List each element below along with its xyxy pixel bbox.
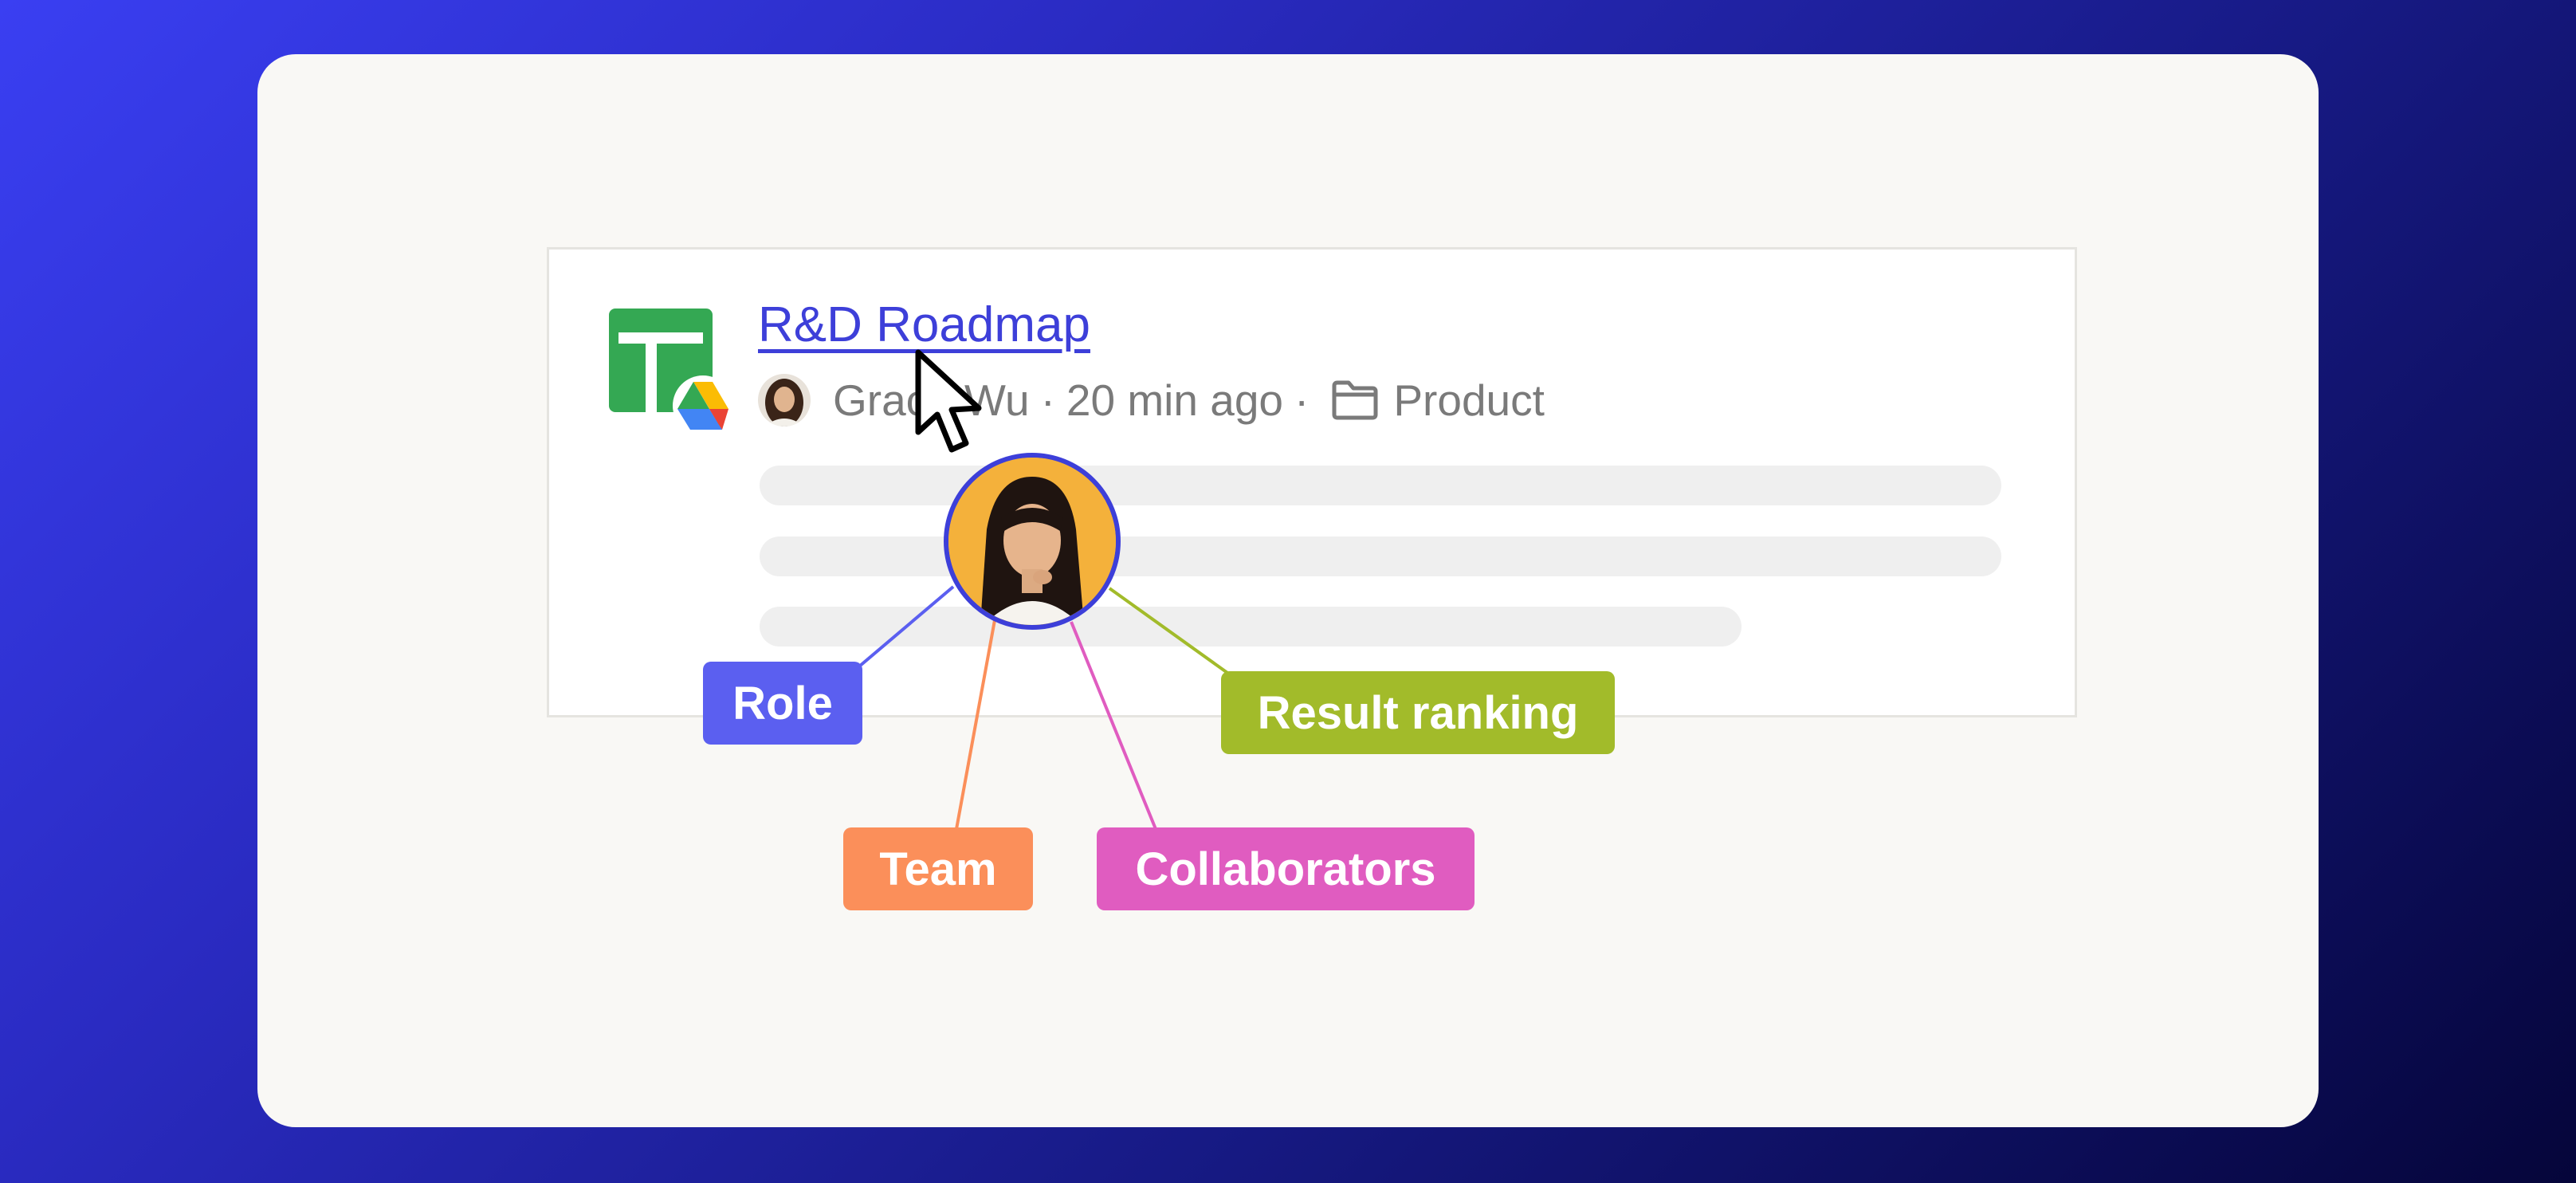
- team-tag: Team: [843, 827, 1033, 910]
- user-profile-photo: [944, 453, 1121, 630]
- team-connector: [955, 619, 996, 830]
- role-connector: [858, 585, 955, 668]
- result-ranking-tag: Result ranking: [1221, 671, 1615, 754]
- signal-connectors: [858, 585, 1229, 830]
- result-ranking-connector: [1108, 587, 1229, 674]
- role-tag: Role: [703, 662, 862, 745]
- collaborators-connector: [1070, 621, 1157, 830]
- collaborators-tag: Collaborators: [1097, 827, 1475, 910]
- mouse-pointer-icon: [915, 349, 982, 453]
